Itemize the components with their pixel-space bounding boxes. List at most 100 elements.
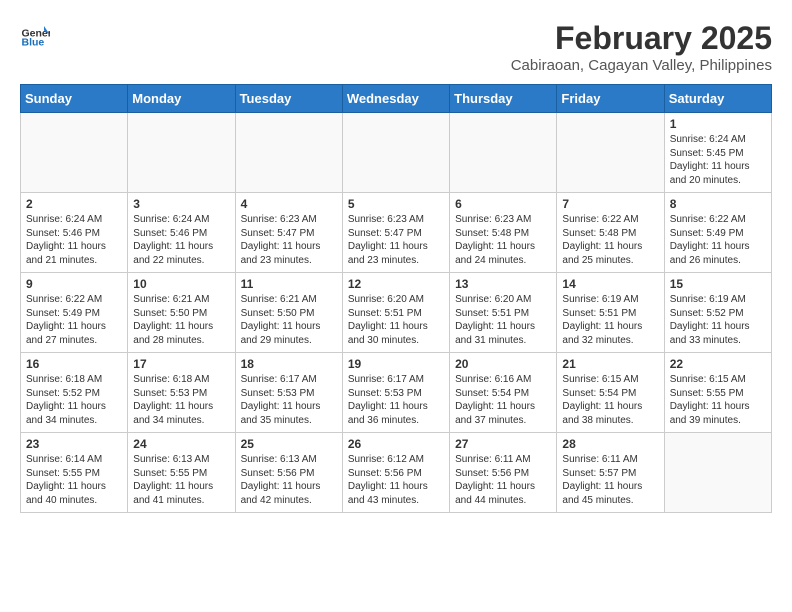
calendar-week-row: 23 Sunrise: 6:14 AM Sunset: 5:55 PM Dayli… [21,433,772,513]
table-row: 8 Sunrise: 6:22 AM Sunset: 5:49 PM Daylig… [664,193,771,273]
day-number: 9 [26,277,122,291]
day-info: Sunrise: 6:23 AM Sunset: 5:47 PM Dayligh… [241,213,337,267]
day-info: Sunrise: 6:18 AM Sunset: 5:52 PM Dayligh… [26,373,122,427]
day-number: 25 [241,437,337,451]
table-row: 2 Sunrise: 6:24 AM Sunset: 5:46 PM Daylig… [21,193,128,273]
table-row: 22 Sunrise: 6:15 AM Sunset: 5:55 PM Dayli… [664,353,771,433]
table-row: 21Sunrise: 6:15 AM Sunset: 5:54 PM Dayli… [557,353,664,433]
col-saturday: Saturday [664,85,771,113]
page-header: General Blue February 2025 Cabiraoan, Ca… [20,20,772,74]
day-number: 2 [26,197,122,211]
day-info: Sunrise: 6:24 AM Sunset: 5:46 PM Dayligh… [26,213,122,267]
day-info: Sunrise: 6:20 AM Sunset: 5:51 PM Dayligh… [348,293,444,347]
day-number: 27 [455,437,551,451]
day-info: Sunrise: 6:16 AM Sunset: 5:54 PM Dayligh… [455,373,551,427]
day-number: 3 [133,197,229,211]
day-number: 13 [455,277,551,291]
table-row: 12 Sunrise: 6:20 AM Sunset: 5:51 PM Dayli… [342,273,449,353]
table-row: 14Sunrise: 6:19 AM Sunset: 5:51 PM Dayli… [557,273,664,353]
calendar-header-row: Sunday Monday Tuesday Wednesday Thursday… [21,85,772,113]
day-number: 11 [241,277,337,291]
day-info: Sunrise: 6:11 AM Sunset: 5:57 PM Dayligh… [562,453,658,507]
day-number: 14 [562,277,658,291]
table-row: 17 Sunrise: 6:18 AM Sunset: 5:53 PM Dayli… [128,353,235,433]
col-tuesday: Tuesday [235,85,342,113]
day-info: Sunrise: 6:23 AM Sunset: 5:48 PM Dayligh… [455,213,551,267]
day-info: Sunrise: 6:19 AM Sunset: 5:52 PM Dayligh… [670,293,766,347]
day-info: Sunrise: 6:24 AM Sunset: 5:45 PM Dayligh… [670,133,766,187]
day-number: 12 [348,277,444,291]
day-info: Sunrise: 6:13 AM Sunset: 5:56 PM Dayligh… [241,453,337,507]
table-row: 1 Sunrise: 6:24 AM Sunset: 5:45 PM Daylig… [664,113,771,193]
table-row: 28 Sunrise: 6:11 AM Sunset: 5:57 PM Dayli… [557,433,664,513]
logo-icon: General Blue [20,20,50,50]
table-row: 24 Sunrise: 6:13 AM Sunset: 5:55 PM Dayli… [128,433,235,513]
location: Cabiraoan, Cagayan Valley, Philippines [511,57,772,74]
day-number: 23 [26,437,122,451]
table-row: 15 Sunrise: 6:19 AM Sunset: 5:52 PM Dayli… [664,273,771,353]
col-thursday: Thursday [450,85,557,113]
col-wednesday: Wednesday [342,85,449,113]
table-row: 27 Sunrise: 6:11 AM Sunset: 5:56 PM Dayli… [450,433,557,513]
table-row: 6Sunrise: 6:23 AM Sunset: 5:48 PM Daylig… [450,193,557,273]
day-number: 26 [348,437,444,451]
day-info: Sunrise: 6:17 AM Sunset: 5:53 PM Dayligh… [348,373,444,427]
month-year: February 2025 [511,20,772,57]
table-row: 5 Sunrise: 6:23 AM Sunset: 5:47 PM Daylig… [342,193,449,273]
table-row: 19 Sunrise: 6:17 AM Sunset: 5:53 PM Dayli… [342,353,449,433]
day-number: 1 [670,117,766,131]
table-row: 25 Sunrise: 6:13 AM Sunset: 5:56 PM Dayli… [235,433,342,513]
table-row: 20 Sunrise: 6:16 AM Sunset: 5:54 PM Dayli… [450,353,557,433]
table-row [21,113,128,193]
day-info: Sunrise: 6:14 AM Sunset: 5:55 PM Dayligh… [26,453,122,507]
table-row: 9 Sunrise: 6:22 AM Sunset: 5:49 PM Daylig… [21,273,128,353]
calendar-table: Sunday Monday Tuesday Wednesday Thursday… [20,84,772,513]
day-number: 17 [133,357,229,371]
day-info: Sunrise: 6:11 AM Sunset: 5:56 PM Dayligh… [455,453,551,507]
table-row: 3 Sunrise: 6:24 AM Sunset: 5:46 PM Daylig… [128,193,235,273]
logo: General Blue [20,20,50,50]
day-info: Sunrise: 6:15 AM Sunset: 5:54 PM Dayligh… [562,373,658,427]
col-monday: Monday [128,85,235,113]
day-number: 5 [348,197,444,211]
day-number: 28 [562,437,658,451]
day-number: 24 [133,437,229,451]
day-number: 8 [670,197,766,211]
table-row: 4 Sunrise: 6:23 AM Sunset: 5:47 PM Daylig… [235,193,342,273]
day-info: Sunrise: 6:20 AM Sunset: 5:51 PM Dayligh… [455,293,551,347]
col-friday: Friday [557,85,664,113]
table-row [557,113,664,193]
day-info: Sunrise: 6:17 AM Sunset: 5:53 PM Dayligh… [241,373,337,427]
calendar-week-row: 16 Sunrise: 6:18 AM Sunset: 5:52 PM Dayli… [21,353,772,433]
day-info: Sunrise: 6:22 AM Sunset: 5:49 PM Dayligh… [26,293,122,347]
day-number: 18 [241,357,337,371]
table-row [342,113,449,193]
day-info: Sunrise: 6:23 AM Sunset: 5:47 PM Dayligh… [348,213,444,267]
title-block: February 2025 Cabiraoan, Cagayan Valley,… [511,20,772,74]
table-row: 16 Sunrise: 6:18 AM Sunset: 5:52 PM Dayli… [21,353,128,433]
table-row: 13 Sunrise: 6:20 AM Sunset: 5:51 PM Dayli… [450,273,557,353]
table-row: 23 Sunrise: 6:14 AM Sunset: 5:55 PM Dayli… [21,433,128,513]
table-row: 18 Sunrise: 6:17 AM Sunset: 5:53 PM Dayli… [235,353,342,433]
day-info: Sunrise: 6:24 AM Sunset: 5:46 PM Dayligh… [133,213,229,267]
table-row: 10 Sunrise: 6:21 AM Sunset: 5:50 PM Dayli… [128,273,235,353]
day-info: Sunrise: 6:18 AM Sunset: 5:53 PM Dayligh… [133,373,229,427]
day-number: 22 [670,357,766,371]
day-info: Sunrise: 6:12 AM Sunset: 5:56 PM Dayligh… [348,453,444,507]
day-number: 4 [241,197,337,211]
table-row: 7Sunrise: 6:22 AM Sunset: 5:48 PM Daylig… [557,193,664,273]
day-number: 16 [26,357,122,371]
table-row [128,113,235,193]
day-info: Sunrise: 6:15 AM Sunset: 5:55 PM Dayligh… [670,373,766,427]
day-info: Sunrise: 6:21 AM Sunset: 5:50 PM Dayligh… [133,293,229,347]
col-sunday: Sunday [21,85,128,113]
svg-text:Blue: Blue [22,37,45,49]
day-info: Sunrise: 6:13 AM Sunset: 5:55 PM Dayligh… [133,453,229,507]
day-number: 10 [133,277,229,291]
day-number: 15 [670,277,766,291]
day-number: 19 [348,357,444,371]
day-info: Sunrise: 6:22 AM Sunset: 5:48 PM Dayligh… [562,213,658,267]
day-info: Sunrise: 6:22 AM Sunset: 5:49 PM Dayligh… [670,213,766,267]
day-number: 20 [455,357,551,371]
day-info: Sunrise: 6:21 AM Sunset: 5:50 PM Dayligh… [241,293,337,347]
